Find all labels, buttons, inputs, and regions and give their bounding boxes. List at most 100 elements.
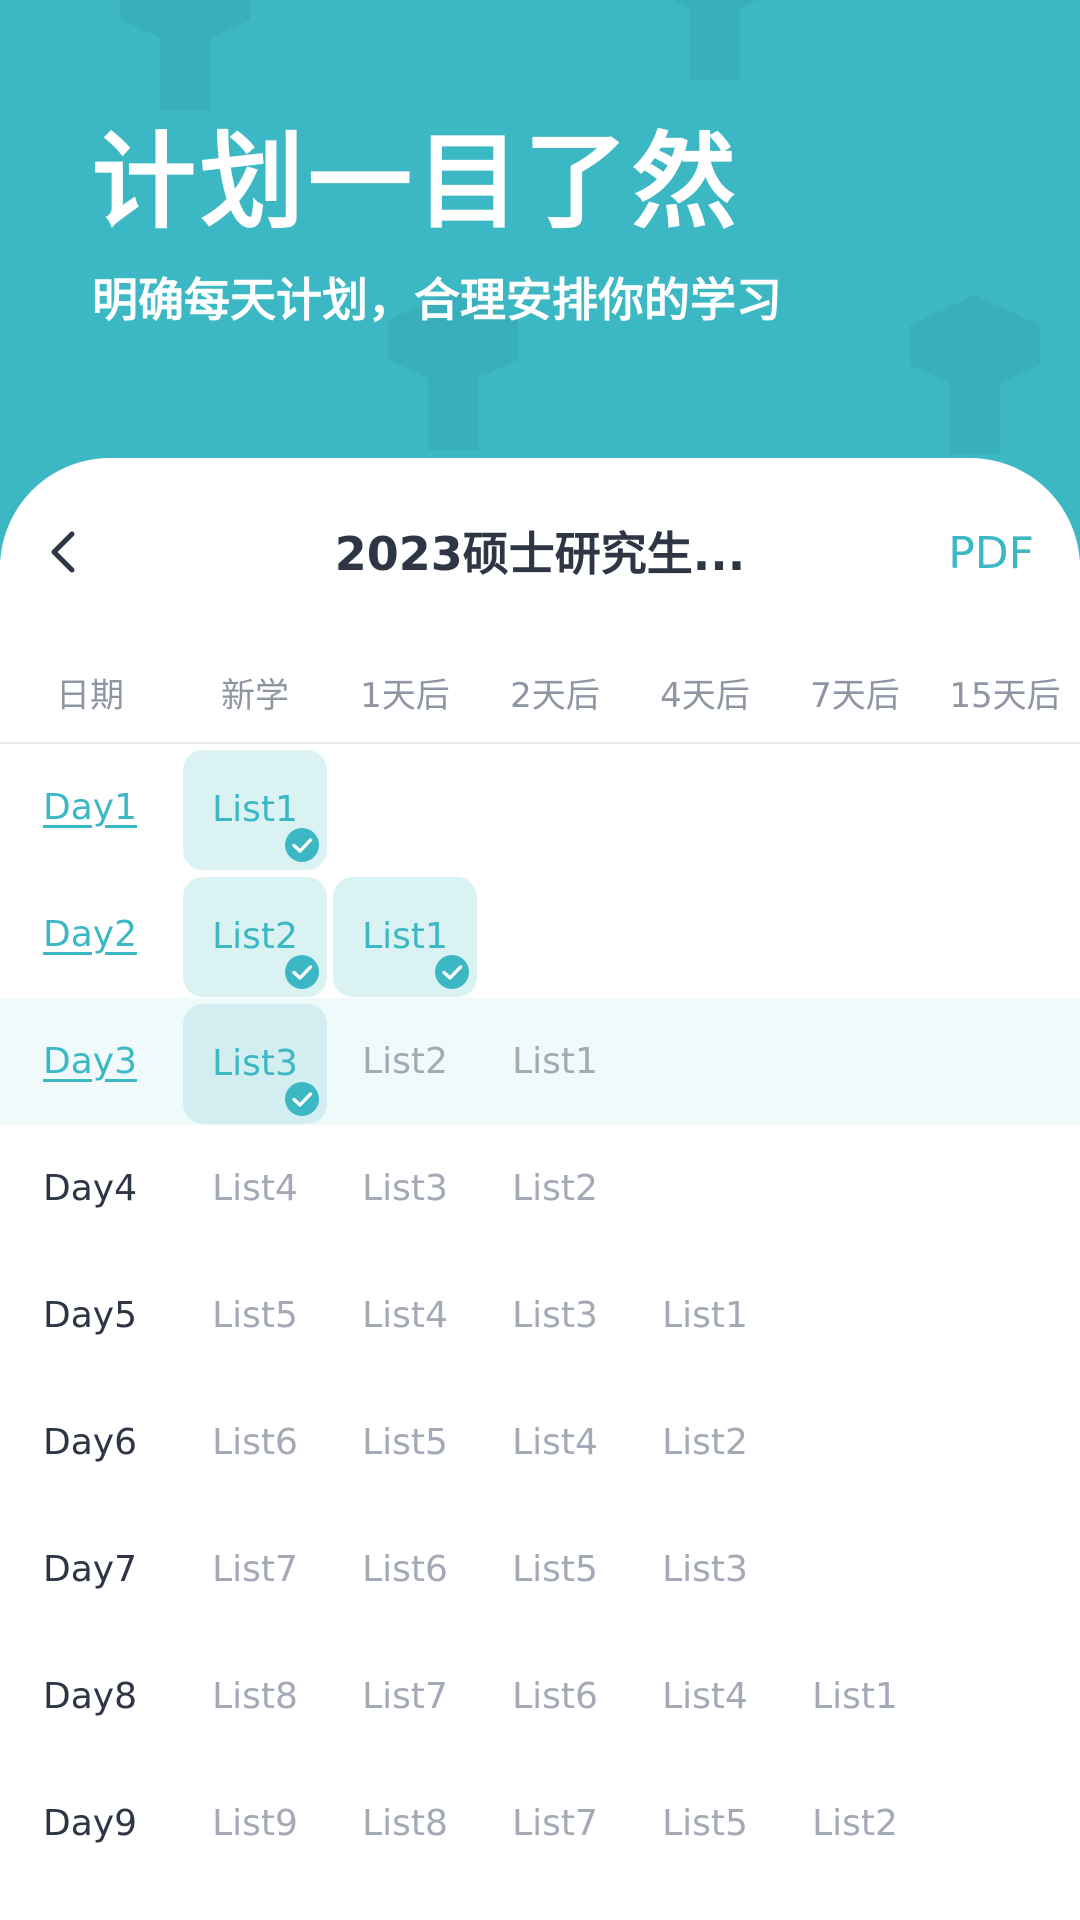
day-label[interactable]: Day3: [30, 998, 150, 1125]
check-circle-icon: [285, 1082, 319, 1116]
header-1day: 1天后: [360, 676, 450, 716]
header-7day: 7天后: [810, 676, 900, 716]
list-cell: List7: [483, 1760, 627, 1887]
table-row: Day6 List6 List5 List4 List2: [0, 1379, 1080, 1506]
list-cell: List3: [633, 1506, 777, 1633]
table-row: Day1 List1: [0, 744, 1080, 871]
header-2day: 2天后: [510, 676, 600, 716]
list-label: List9: [212, 1803, 298, 1844]
list-cell: List5: [333, 1379, 477, 1506]
list-label: List1: [812, 1676, 898, 1717]
completed-list-chip[interactable]: List1: [183, 750, 327, 870]
list-cell: List5: [183, 1252, 327, 1379]
list-label: List3: [362, 1168, 448, 1209]
list-cell: List2: [783, 1760, 927, 1887]
list-cell: List8: [183, 1633, 327, 1760]
list-label: List1: [662, 1295, 748, 1336]
list-cell: List5: [483, 1506, 627, 1633]
list-cell: List4: [333, 1252, 477, 1379]
list-label: List8: [212, 1676, 298, 1717]
day-label: Day6: [43, 1422, 137, 1463]
list-cell: List6: [183, 1379, 327, 1506]
list-cell: List4: [633, 1633, 777, 1760]
list-label: List2: [812, 1803, 898, 1844]
list-label: List4: [662, 1676, 748, 1717]
decorative-logo-icon: [640, 0, 790, 90]
list-cell: List2: [633, 1379, 777, 1506]
hero-subtitle: 明确每天计划，合理安排你的学习: [92, 273, 782, 327]
decorative-logo-icon: [110, 0, 260, 120]
table-row: Day4 List4 List3 List2: [0, 1125, 1080, 1252]
list-cell: List3: [483, 1252, 627, 1379]
list-cell: List3: [333, 1125, 477, 1252]
list-label: List7: [512, 1803, 598, 1844]
check-circle-icon: [285, 828, 319, 862]
check-circle-icon: [435, 955, 469, 989]
list-cell: List9: [183, 1760, 327, 1887]
list-label: List3: [662, 1549, 748, 1590]
list-cell: List7: [183, 1506, 327, 1633]
list-label: List2: [512, 1168, 598, 1209]
plan-title: 2023硕士研究生...: [334, 527, 746, 581]
day-label: Day8: [43, 1676, 137, 1717]
list-label: List5: [212, 1295, 298, 1336]
list-label: List5: [362, 1422, 448, 1463]
list-label: List3: [512, 1295, 598, 1336]
list-label: List5: [512, 1549, 598, 1590]
header-15day: 15天后: [949, 676, 1061, 716]
list-cell: List8: [333, 1760, 477, 1887]
completed-list-chip[interactable]: List1: [333, 877, 477, 997]
list-label: List2: [662, 1422, 748, 1463]
header-4day: 4天后: [660, 676, 750, 716]
list-label: List6: [362, 1549, 448, 1590]
check-circle-icon: [285, 955, 319, 989]
day-label[interactable]: Day2: [30, 871, 150, 998]
day-label: Day7: [43, 1549, 137, 1590]
list-cell: List4: [483, 1379, 627, 1506]
list-cell: List2: [333, 998, 477, 1125]
list-cell: List5: [633, 1760, 777, 1887]
day-label: Day9: [43, 1803, 137, 1844]
list-label: List4: [512, 1422, 598, 1463]
list-label: List2: [212, 916, 298, 957]
table-row: Day9 List9 List8 List7 List5 List2: [0, 1760, 1080, 1887]
header-new: 新学: [221, 676, 289, 716]
plan-card: 2023硕士研究生... PDF 日期 新学 1天后 2天后 4天后 7天后 1…: [0, 458, 1080, 1920]
completed-list-chip[interactable]: List2: [183, 877, 327, 997]
list-cell: List1: [483, 998, 627, 1125]
list-cell: List2: [483, 1125, 627, 1252]
table-row: Day5 List5 List4 List3 List1: [0, 1252, 1080, 1379]
list-label: List6: [212, 1422, 298, 1463]
list-label: List7: [212, 1549, 298, 1590]
list-label: List4: [212, 1168, 298, 1209]
decorative-logo-icon: [900, 285, 1050, 465]
list-cell: List6: [333, 1506, 477, 1633]
table-row: Day7 List7 List6 List5 List3: [0, 1506, 1080, 1633]
day-label: Day4: [43, 1168, 137, 1209]
list-label: List8: [362, 1803, 448, 1844]
list-label: List1: [362, 916, 448, 957]
list-cell: List1: [633, 1252, 777, 1379]
table-row: Day3 List3 List2 List1: [0, 998, 1080, 1125]
navigation-bar: 2023硕士研究生... PDF: [0, 458, 1080, 650]
table-header: 日期 新学 1天后 2天后 4天后 7天后 15天后: [0, 650, 1080, 744]
table-row: Day8 List8 List7 List6 List4 List1: [0, 1633, 1080, 1760]
hero-title: 计划一目了然: [92, 121, 741, 243]
list-label: List6: [512, 1676, 598, 1717]
list-label: List5: [662, 1803, 748, 1844]
list-cell: List1: [783, 1633, 927, 1760]
list-label: List1: [212, 789, 298, 830]
header-date: 日期: [56, 676, 124, 716]
list-cell: List4: [183, 1125, 327, 1252]
list-label: List4: [362, 1295, 448, 1336]
day-label: Day5: [43, 1295, 137, 1336]
list-label: List1: [512, 1041, 598, 1082]
pdf-button[interactable]: PDF: [948, 522, 1034, 586]
chevron-left-icon[interactable]: [36, 524, 92, 580]
day-label[interactable]: Day1: [30, 744, 150, 871]
list-cell: List7: [333, 1633, 477, 1760]
list-label: List2: [362, 1041, 448, 1082]
completed-list-chip[interactable]: List3: [183, 1004, 327, 1124]
list-label: List7: [362, 1676, 448, 1717]
list-label: List3: [212, 1043, 298, 1084]
